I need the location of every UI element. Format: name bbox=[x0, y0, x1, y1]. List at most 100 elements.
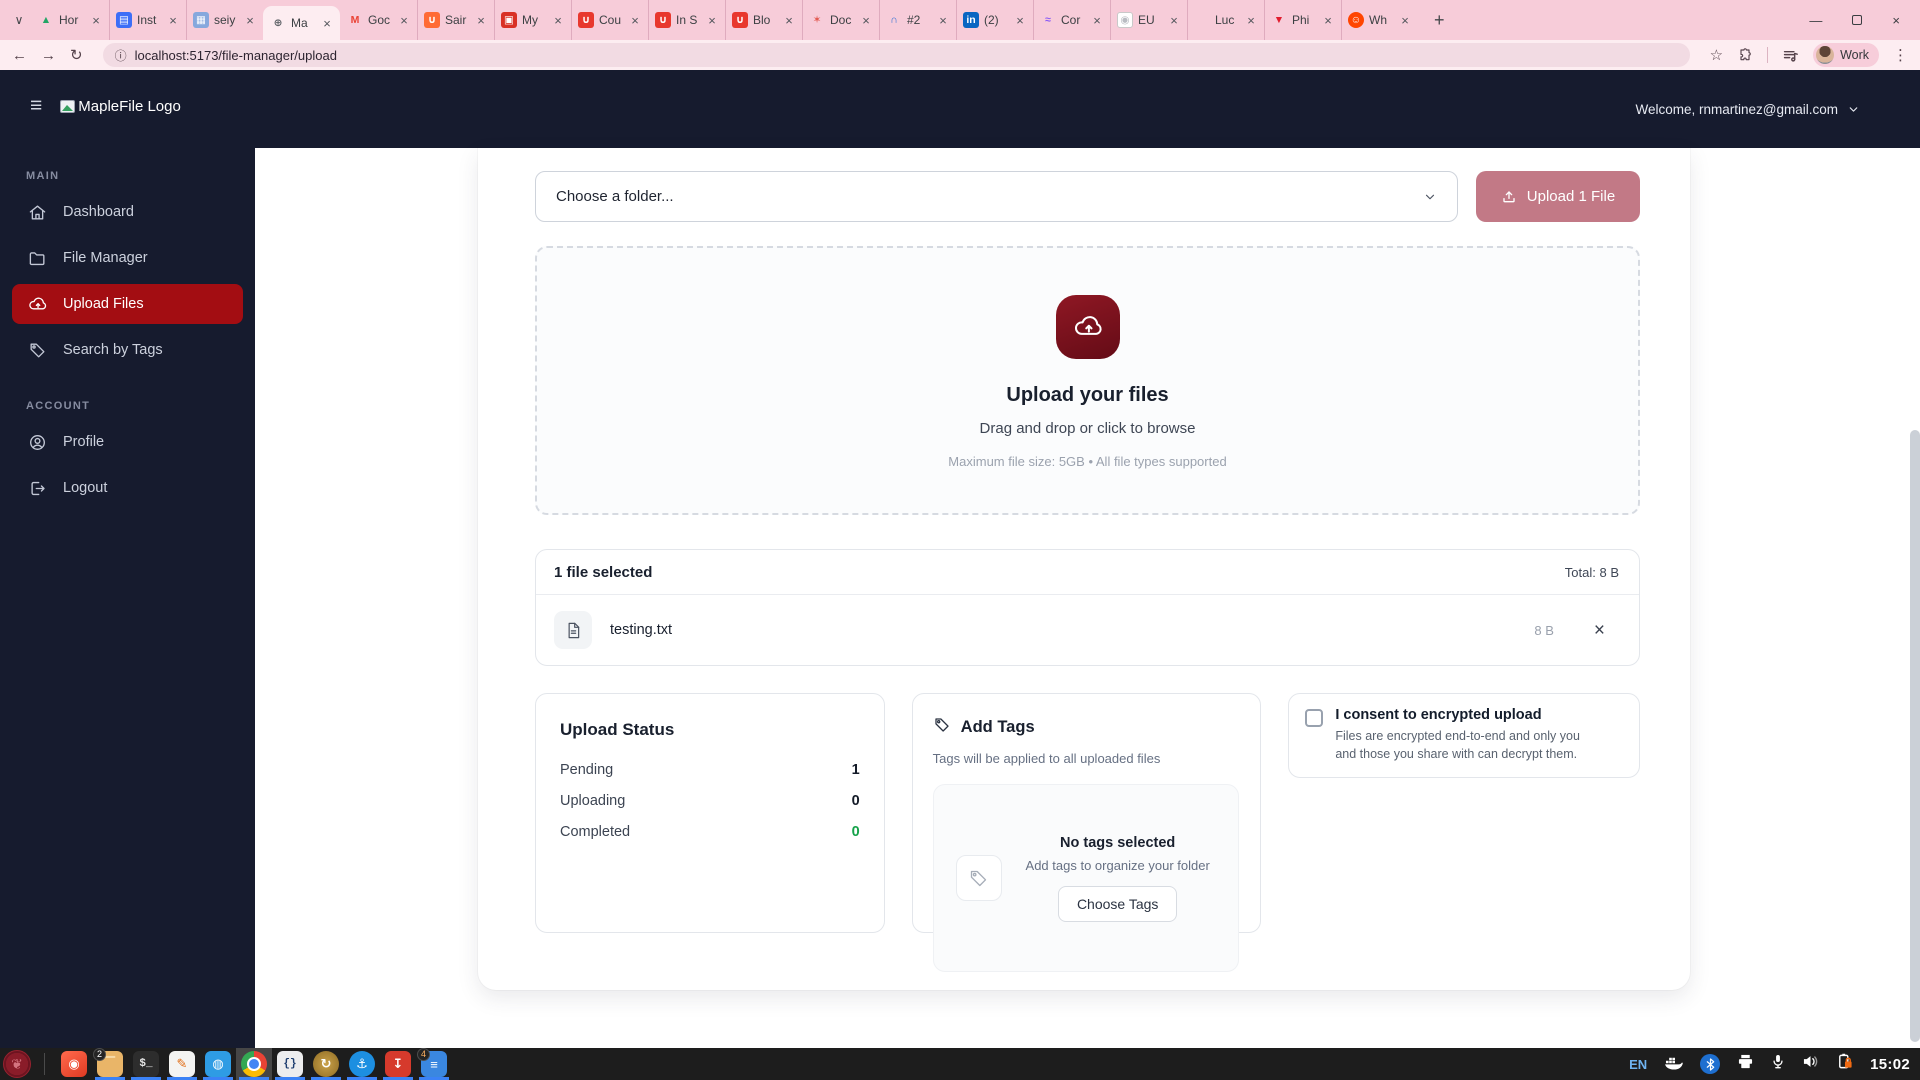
tab-close-icon[interactable]: × bbox=[1244, 13, 1258, 28]
tab-close-icon[interactable]: × bbox=[1321, 13, 1335, 28]
dropzone-title: Upload your files bbox=[1006, 384, 1169, 406]
tab-close-icon[interactable]: × bbox=[1167, 13, 1181, 28]
microphone-icon[interactable] bbox=[1771, 1054, 1785, 1075]
address-bar[interactable]: ⓘ localhost:5173/file-manager/upload bbox=[102, 43, 1690, 67]
clock[interactable]: 15:02 bbox=[1870, 1056, 1910, 1073]
encryption-consent-card: I consent to encrypted upload Files are … bbox=[1288, 693, 1640, 778]
site-info-icon[interactable]: ⓘ bbox=[115, 47, 127, 64]
tab-close-icon[interactable]: × bbox=[166, 13, 180, 28]
docker-whale-icon[interactable] bbox=[1664, 1054, 1683, 1075]
browser-tab[interactable]: ▲ Hor × bbox=[32, 0, 109, 40]
browser-tab[interactable]: ∩ #2 × bbox=[879, 0, 956, 40]
media-controls-icon[interactable] bbox=[1782, 47, 1799, 64]
browser-tab[interactable]: ≈ Cor × bbox=[1033, 0, 1110, 40]
tab-favicon: in bbox=[963, 12, 979, 28]
tab-close-icon[interactable]: × bbox=[1013, 13, 1027, 28]
volume-icon[interactable] bbox=[1802, 1054, 1819, 1074]
cloud-upload-icon bbox=[28, 295, 47, 314]
tag-icon bbox=[28, 341, 47, 360]
flame-app-icon[interactable]: ◉ bbox=[56, 1048, 92, 1080]
reload-icon[interactable]: ↻ bbox=[70, 46, 83, 64]
browser-tab[interactable]: ∪ Blo × bbox=[725, 0, 802, 40]
browser-tab[interactable]: ▼ Phi × bbox=[1264, 0, 1341, 40]
tab-close-icon[interactable]: × bbox=[628, 13, 642, 28]
browser-tab[interactable]: ⊕ Ma × bbox=[263, 6, 340, 40]
tab-close-icon[interactable]: × bbox=[859, 13, 873, 28]
tab-close-icon[interactable]: × bbox=[551, 13, 565, 28]
sidebar-item[interactable]: Profile bbox=[12, 422, 243, 462]
browser-tab[interactable]: ▤ Inst × bbox=[109, 0, 186, 40]
sidebar-item[interactable]: File Manager bbox=[12, 238, 243, 278]
forward-icon[interactable]: → bbox=[41, 47, 56, 64]
printer-icon[interactable] bbox=[1737, 1054, 1754, 1074]
notes-icon[interactable]: ≡ 4 bbox=[416, 1048, 452, 1080]
tab-close-icon[interactable]: × bbox=[474, 13, 488, 28]
browser-tab[interactable]: ▣ My × bbox=[494, 0, 571, 40]
browser-tab[interactable]: ▦ seiy × bbox=[186, 0, 263, 40]
destination-folder-select[interactable]: Choose a folder... bbox=[535, 171, 1458, 222]
tab-label: Hor bbox=[59, 13, 79, 27]
tab-close-icon[interactable]: × bbox=[320, 16, 334, 31]
browser-tab[interactable]: in (2) × bbox=[956, 0, 1033, 40]
download-manager-icon[interactable]: ↧ bbox=[380, 1048, 416, 1080]
sidebar-nav: MAIN Dashboard File Manager Upload Files… bbox=[0, 170, 255, 508]
browser-tab[interactable]: ∪ Sair × bbox=[417, 0, 494, 40]
docker-icon[interactable]: ⚓ bbox=[344, 1048, 380, 1080]
sidebar-item[interactable]: Dashboard bbox=[12, 192, 243, 232]
status-row: Uploading 0 bbox=[560, 793, 860, 809]
chrome-icon[interactable] bbox=[236, 1048, 272, 1080]
tab-close-icon[interactable]: × bbox=[1090, 13, 1104, 28]
sidebar-item[interactable]: Search by Tags bbox=[12, 330, 243, 370]
new-tab-button[interactable]: + bbox=[1428, 10, 1451, 31]
tab-label: In S bbox=[676, 13, 698, 27]
close-icon[interactable]: × bbox=[1892, 13, 1900, 28]
sidebar-item[interactable]: Upload Files bbox=[12, 284, 243, 324]
tab-close-icon[interactable]: × bbox=[1398, 13, 1412, 28]
consent-checkbox[interactable] bbox=[1305, 709, 1324, 727]
tab-favicon: ▼ bbox=[1273, 14, 1285, 26]
app-logo: MapleFile Logo bbox=[60, 98, 181, 115]
bookmark-star-icon[interactable]: ☆ bbox=[1710, 46, 1723, 64]
bluetooth-icon[interactable] bbox=[1700, 1054, 1721, 1074]
browser-tab[interactable]: Luc × bbox=[1187, 0, 1264, 40]
status-value: 1 bbox=[851, 762, 860, 778]
browser-tab[interactable]: ∪ Cou × bbox=[571, 0, 648, 40]
tab-close-icon[interactable]: × bbox=[705, 13, 719, 28]
tab-close-icon[interactable]: × bbox=[782, 13, 796, 28]
welcome-text[interactable]: Welcome, rnmartinez@gmail.com bbox=[1635, 102, 1838, 117]
file-dropzone[interactable]: Upload your files Drag and drop or click… bbox=[535, 246, 1640, 515]
scrollbar-thumb[interactable] bbox=[1910, 430, 1920, 1042]
sidebar-item[interactable]: Logout bbox=[12, 468, 243, 508]
librewolf-icon[interactable]: ◍ bbox=[200, 1048, 236, 1080]
extensions-icon[interactable] bbox=[1737, 47, 1753, 63]
file-manager-icon[interactable]: ▔ 2 bbox=[92, 1048, 128, 1080]
json-tool-icon[interactable]: {} bbox=[272, 1048, 308, 1080]
browser-profile[interactable]: Work bbox=[1813, 43, 1879, 67]
browser-tab[interactable]: ◉ EU × bbox=[1110, 0, 1187, 40]
maple-launcher-icon[interactable]: ❦ bbox=[3, 1050, 31, 1078]
battery-lock-icon[interactable] bbox=[1836, 1053, 1853, 1075]
browser-tab[interactable]: M Goc × bbox=[340, 0, 417, 40]
restore-icon[interactable] bbox=[1852, 15, 1863, 25]
remove-file-icon[interactable]: × bbox=[1594, 621, 1605, 640]
tab-close-icon[interactable]: × bbox=[397, 13, 411, 28]
tab-close-icon[interactable]: × bbox=[243, 13, 257, 28]
browser-tab[interactable]: ☺ Wh × bbox=[1341, 0, 1418, 40]
text-editor-icon[interactable]: ✎ bbox=[164, 1048, 200, 1080]
sync-icon[interactable]: ↻ bbox=[308, 1048, 344, 1080]
back-icon[interactable]: ← bbox=[12, 47, 27, 64]
tab-close-icon[interactable]: × bbox=[936, 13, 950, 28]
upload-file-button[interactable]: Upload 1 File bbox=[1476, 171, 1640, 222]
minimize-icon[interactable]: — bbox=[1809, 13, 1822, 28]
terminal-icon[interactable]: $_ bbox=[128, 1048, 164, 1080]
choose-tags-button[interactable]: Choose Tags bbox=[1057, 885, 1178, 922]
keyboard-layout-indicator[interactable]: EN bbox=[1629, 1057, 1647, 1072]
tab-search-icon[interactable]: ∨ bbox=[6, 7, 32, 33]
tab-label: Cor bbox=[1061, 13, 1081, 27]
browser-tab[interactable]: ✶ Doc × bbox=[802, 0, 879, 40]
hamburger-menu-icon[interactable]: ≡ bbox=[30, 94, 42, 118]
browser-menu-icon[interactable]: ⋮ bbox=[1893, 46, 1908, 64]
browser-tab[interactable]: ∪ In S × bbox=[648, 0, 725, 40]
tab-close-icon[interactable]: × bbox=[89, 13, 103, 28]
tab-favicon: ≈ bbox=[1045, 14, 1051, 26]
